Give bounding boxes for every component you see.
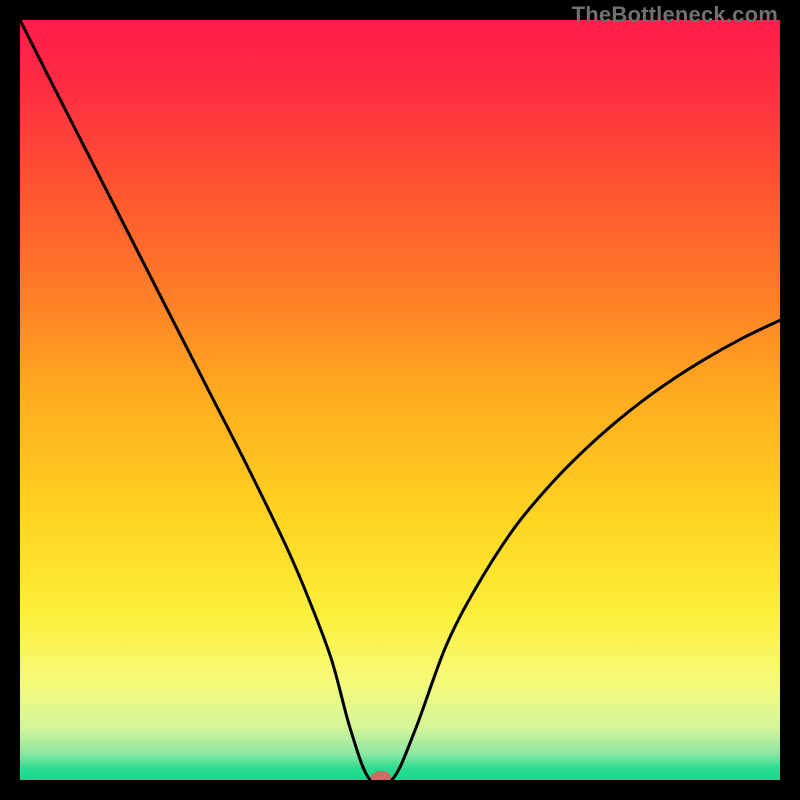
gradient-background [20, 20, 780, 780]
chart-frame: TheBottleneck.com [0, 0, 800, 800]
plot-area [20, 20, 780, 780]
watermark-text: TheBottleneck.com [572, 2, 778, 28]
chart-svg [20, 20, 780, 780]
